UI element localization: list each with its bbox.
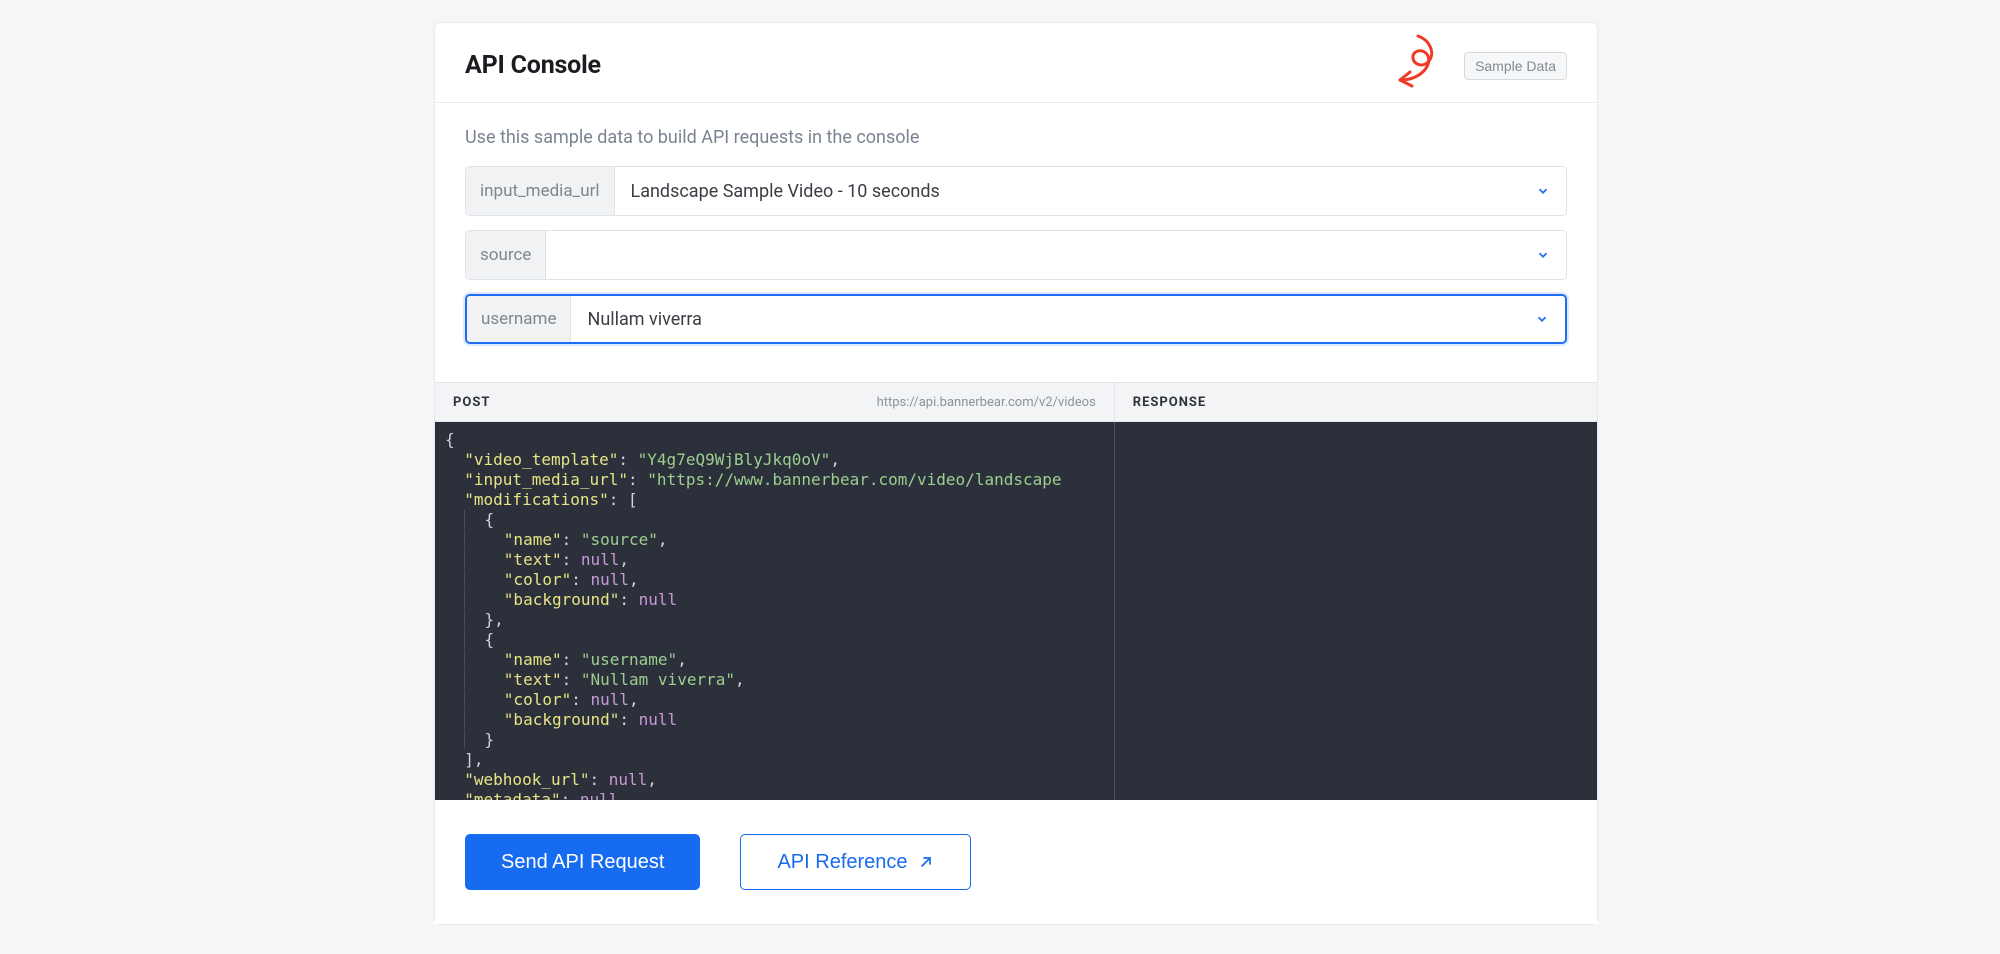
field-input-media-url: input_media_url Landscape Sample Video -… <box>465 166 1567 216</box>
api-reference-button[interactable]: API Reference <box>740 834 970 890</box>
send-api-request-button[interactable]: Send API Request <box>465 834 700 890</box>
api-console-card: API Console Sample Data Use this sample … <box>434 22 1598 925</box>
chevron-down-icon <box>1535 312 1549 326</box>
request-body-code: { "video_template": "Y4g7eQ9WjBlyJkq0oV"… <box>435 422 1114 800</box>
chevron-down-icon <box>1536 184 1550 198</box>
external-link-icon <box>918 854 934 870</box>
code-row: { "video_template": "Y4g7eQ9WjBlyJkq0oV"… <box>435 422 1597 800</box>
field-label-username: username <box>467 296 571 342</box>
post-url: https://api.bannerbear.com/v2/videos <box>877 395 1096 410</box>
request-body-panel[interactable]: { "video_template": "Y4g7eQ9WjBlyJkq0oV"… <box>435 422 1115 800</box>
field-source: source <box>465 230 1567 280</box>
post-panel-header: POST https://api.bannerbear.com/v2/video… <box>435 383 1115 421</box>
sample-data-section: Use this sample data to build API reques… <box>435 103 1597 382</box>
select-source[interactable] <box>546 231 1566 279</box>
select-value: Landscape Sample Video - 10 seconds <box>631 181 940 202</box>
select-value: Nullam viverra <box>587 309 701 330</box>
response-label: RESPONSE <box>1133 395 1206 410</box>
instruction-text: Use this sample data to build API reques… <box>465 127 1567 148</box>
field-label-input-media-url: input_media_url <box>466 167 615 215</box>
select-username[interactable]: Nullam viverra <box>571 296 1565 342</box>
field-username: username Nullam viverra <box>465 294 1567 344</box>
field-label-source: source <box>466 231 546 279</box>
page-title: API Console <box>465 51 601 80</box>
ref-button-label: API Reference <box>777 851 907 874</box>
post-label: POST <box>453 395 490 410</box>
sample-data-button[interactable]: Sample Data <box>1464 52 1567 80</box>
card-header: API Console Sample Data <box>435 23 1597 103</box>
response-panel-header: RESPONSE <box>1115 383 1597 421</box>
select-input-media-url[interactable]: Landscape Sample Video - 10 seconds <box>615 167 1567 215</box>
panel-header-row: POST https://api.bannerbear.com/v2/video… <box>435 382 1597 422</box>
chevron-down-icon <box>1536 248 1550 262</box>
response-panel[interactable] <box>1115 422 1597 800</box>
footer: Send API Request API Reference <box>435 800 1597 924</box>
send-button-label: Send API Request <box>501 851 664 874</box>
